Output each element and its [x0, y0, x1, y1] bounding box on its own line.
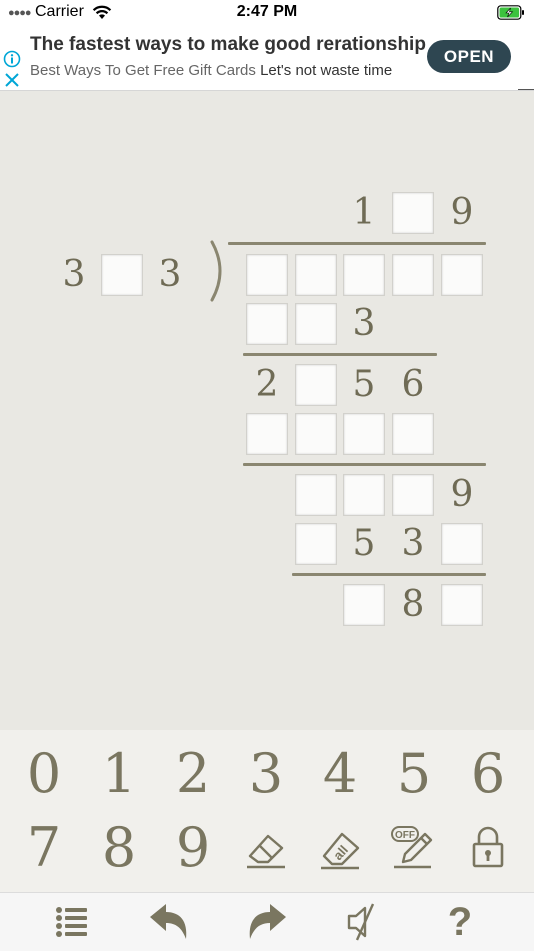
- close-icon[interactable]: [4, 72, 20, 88]
- dividend-blank-cell[interactable]: [441, 254, 483, 296]
- remainder-digit: 5: [352, 364, 376, 405]
- erase-all-button[interactable]: all: [305, 812, 375, 884]
- help-button[interactable]: ?: [435, 899, 485, 945]
- ad-subtitle-tail: Let's not waste time: [260, 62, 393, 79]
- digit-key-0[interactable]: 0: [9, 738, 79, 810]
- divisor-blank-cell[interactable]: [101, 254, 143, 296]
- bottom-toolbar: ?: [0, 892, 534, 951]
- ad-banner[interactable]: The fastest ways to make good rerationsh…: [0, 26, 534, 91]
- digit-key-4[interactable]: 4: [305, 738, 375, 810]
- division-bracket: [210, 240, 222, 302]
- speaker-muted-icon: [347, 903, 375, 941]
- pencil-off-icon: OFF: [391, 826, 433, 869]
- product-digit: 5: [352, 523, 376, 564]
- dividend-blank-cell[interactable]: [343, 254, 385, 296]
- digit-key-1[interactable]: 1: [84, 738, 154, 810]
- remainder-blank-cell[interactable]: [295, 364, 337, 406]
- division-bar: [228, 242, 486, 245]
- remainder-digit: 6: [401, 364, 425, 405]
- long-division-puzzle: 1 9 3 3 3 2 5 6 9 5 3 8: [0, 92, 534, 728]
- divisor-digit: 3: [158, 254, 182, 295]
- product-blank-cell[interactable]: [295, 413, 337, 455]
- dividend-blank-cell[interactable]: [246, 254, 288, 296]
- digit-keypad: 0 1 2 3 4 5 6 7 8 9 all OFF: [0, 730, 534, 892]
- status-bar: ●●●● Carrier 2:47 PM: [0, 0, 534, 26]
- digit-key-5[interactable]: 5: [379, 738, 449, 810]
- final-remainder-digit: 8: [401, 584, 425, 625]
- dividend-blank-cell[interactable]: [392, 254, 434, 296]
- lock-button[interactable]: [453, 812, 523, 884]
- ad-divider: [518, 89, 534, 90]
- remainder-blank-cell[interactable]: [343, 474, 385, 516]
- product-digit: 3: [352, 303, 376, 344]
- digit-key-2[interactable]: 2: [158, 738, 228, 810]
- divisor-digit: 3: [62, 254, 86, 295]
- clock: 2:47 PM: [236, 3, 298, 20]
- eraser-button[interactable]: [231, 812, 301, 884]
- digit-key-8[interactable]: 8: [84, 812, 154, 884]
- ad-open-button[interactable]: OPEN: [427, 40, 511, 73]
- erase-all-icon: all: [321, 832, 360, 870]
- subtraction-line: [292, 573, 486, 576]
- sound-toggle-button[interactable]: [338, 899, 388, 945]
- product-blank-cell[interactable]: [295, 303, 337, 345]
- redo-icon: [249, 904, 286, 939]
- pencil-mode-button[interactable]: OFF: [379, 812, 449, 884]
- list-icon: [56, 907, 87, 937]
- product-blank-cell[interactable]: [343, 413, 385, 455]
- digit-key-3[interactable]: 3: [231, 738, 301, 810]
- ad-subtitle[interactable]: Best Ways To Get Free Gift Cards Let's n…: [30, 62, 392, 79]
- menu-list-button[interactable]: [47, 899, 97, 945]
- ad-subtitle-text: Best Ways To Get Free Gift Cards: [30, 62, 256, 79]
- remainder-blank-cell[interactable]: [295, 474, 337, 516]
- product-digit: 3: [401, 523, 425, 564]
- quotient-blank-cell[interactable]: [392, 192, 434, 234]
- info-icon[interactable]: [3, 50, 21, 68]
- pencil-mode-label: OFF: [395, 830, 415, 841]
- lock-icon: [472, 826, 504, 868]
- remainder-digit: 2: [255, 364, 279, 405]
- product-blank-cell[interactable]: [246, 413, 288, 455]
- subtraction-line: [243, 353, 437, 356]
- remainder-blank-cell[interactable]: [392, 474, 434, 516]
- final-remainder-blank-cell[interactable]: [441, 584, 483, 626]
- ad-title[interactable]: The fastest ways to make good rerationsh…: [30, 34, 426, 56]
- digit-key-7[interactable]: 7: [9, 812, 79, 884]
- undo-icon: [150, 904, 187, 939]
- product-blank-cell[interactable]: [295, 523, 337, 565]
- quotient-digit: 9: [450, 192, 474, 233]
- battery-charging-icon: [497, 5, 524, 20]
- remainder-digit: 9: [450, 474, 474, 515]
- product-blank-cell[interactable]: [392, 413, 434, 455]
- redo-button[interactable]: [242, 899, 292, 945]
- final-remainder-blank-cell[interactable]: [343, 584, 385, 626]
- subtraction-line: [243, 463, 486, 466]
- quotient-digit: 1: [352, 192, 376, 233]
- digit-key-6[interactable]: 6: [453, 738, 523, 810]
- digit-key-9[interactable]: 9: [158, 812, 228, 884]
- product-blank-cell[interactable]: [441, 523, 483, 565]
- dividend-blank-cell[interactable]: [295, 254, 337, 296]
- product-blank-cell[interactable]: [246, 303, 288, 345]
- undo-button[interactable]: [144, 899, 194, 945]
- eraser-icon: [247, 834, 285, 869]
